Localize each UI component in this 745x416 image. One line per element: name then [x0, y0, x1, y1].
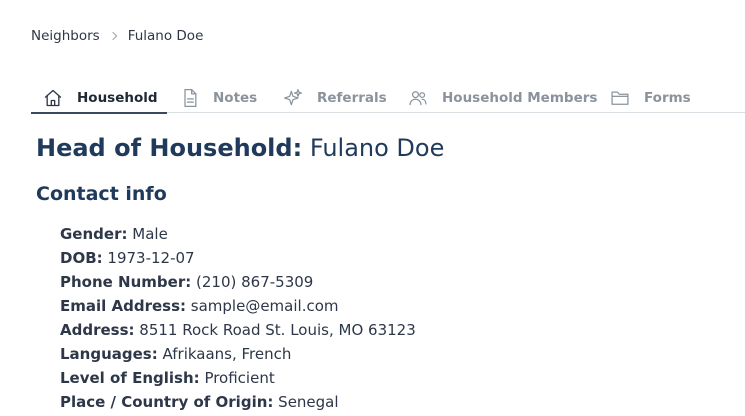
breadcrumb: Neighbors Fulano Doe [31, 28, 203, 44]
tab-forms-label: Forms [644, 90, 691, 106]
phone-row: Phone Number: (210) 867-5309 [60, 272, 416, 296]
breadcrumb-neighbors-link[interactable]: Neighbors [31, 28, 100, 44]
field-label: Email Address: [60, 297, 187, 315]
gender-row: Gender: Male [60, 224, 416, 248]
tab-forms[interactable]: Forms [610, 83, 691, 113]
field-label: Level of English: [60, 369, 200, 387]
tab-notes-label: Notes [213, 90, 258, 106]
tab-household-members-label: Household Members [442, 90, 598, 106]
contact-info-list: Gender: Male DOB: 1973-12-07 Phone Numbe… [60, 224, 416, 416]
tab-notes[interactable]: Notes [181, 83, 257, 113]
tab-bar: Household Notes Referrals Household Memb… [31, 83, 745, 114]
address-row: Address: 8511 Rock Road St. Louis, MO 63… [60, 320, 416, 344]
tab-household-members[interactable]: Household Members [408, 83, 597, 113]
dob-row: DOB: 1973-12-07 [60, 248, 416, 272]
field-label: Languages: [60, 345, 158, 363]
field-value: sample@email.com [190, 297, 339, 315]
field-label: Address: [60, 321, 135, 339]
english-level-row: Level of English: Proficient [60, 368, 416, 392]
tab-household-label: Household [77, 90, 158, 106]
page-title: Head of Household: Fulano Doe [36, 134, 444, 162]
tab-referrals-label: Referrals [317, 90, 387, 106]
field-label: DOB: [60, 249, 103, 267]
chevron-right-icon [108, 31, 117, 41]
head-of-household-label: Head of Household: [36, 134, 303, 162]
field-value: Proficient [204, 369, 275, 387]
languages-row: Languages: Afrikaans, French [60, 344, 416, 368]
sparkles-icon [284, 89, 302, 106]
head-of-household-name: Fulano Doe [309, 134, 445, 162]
field-value: 8511 Rock Road St. Louis, MO 63123 [139, 321, 416, 339]
field-value: Afrikaans, French [162, 345, 292, 363]
email-row: Email Address: sample@email.com [60, 296, 416, 320]
field-label: Place / Country of Origin: [60, 393, 274, 411]
breadcrumb-current: Fulano Doe [127, 28, 204, 44]
field-value: Senegal [278, 393, 339, 411]
field-value: (210) 867-5309 [196, 273, 314, 291]
field-value: Male [132, 225, 168, 243]
tab-referrals[interactable]: Referrals [283, 83, 387, 113]
users-icon [409, 91, 427, 106]
document-icon [184, 89, 197, 107]
field-value: 1973-12-07 [107, 249, 195, 267]
origin-row: Place / Country of Origin: Senegal [60, 392, 416, 416]
folder-icon [611, 91, 629, 105]
home-icon [44, 89, 62, 107]
field-label: Gender: [60, 225, 128, 243]
field-label: Phone Number: [60, 273, 192, 291]
contact-info-heading: Contact info [36, 183, 167, 205]
tab-household[interactable]: Household [31, 83, 167, 114]
